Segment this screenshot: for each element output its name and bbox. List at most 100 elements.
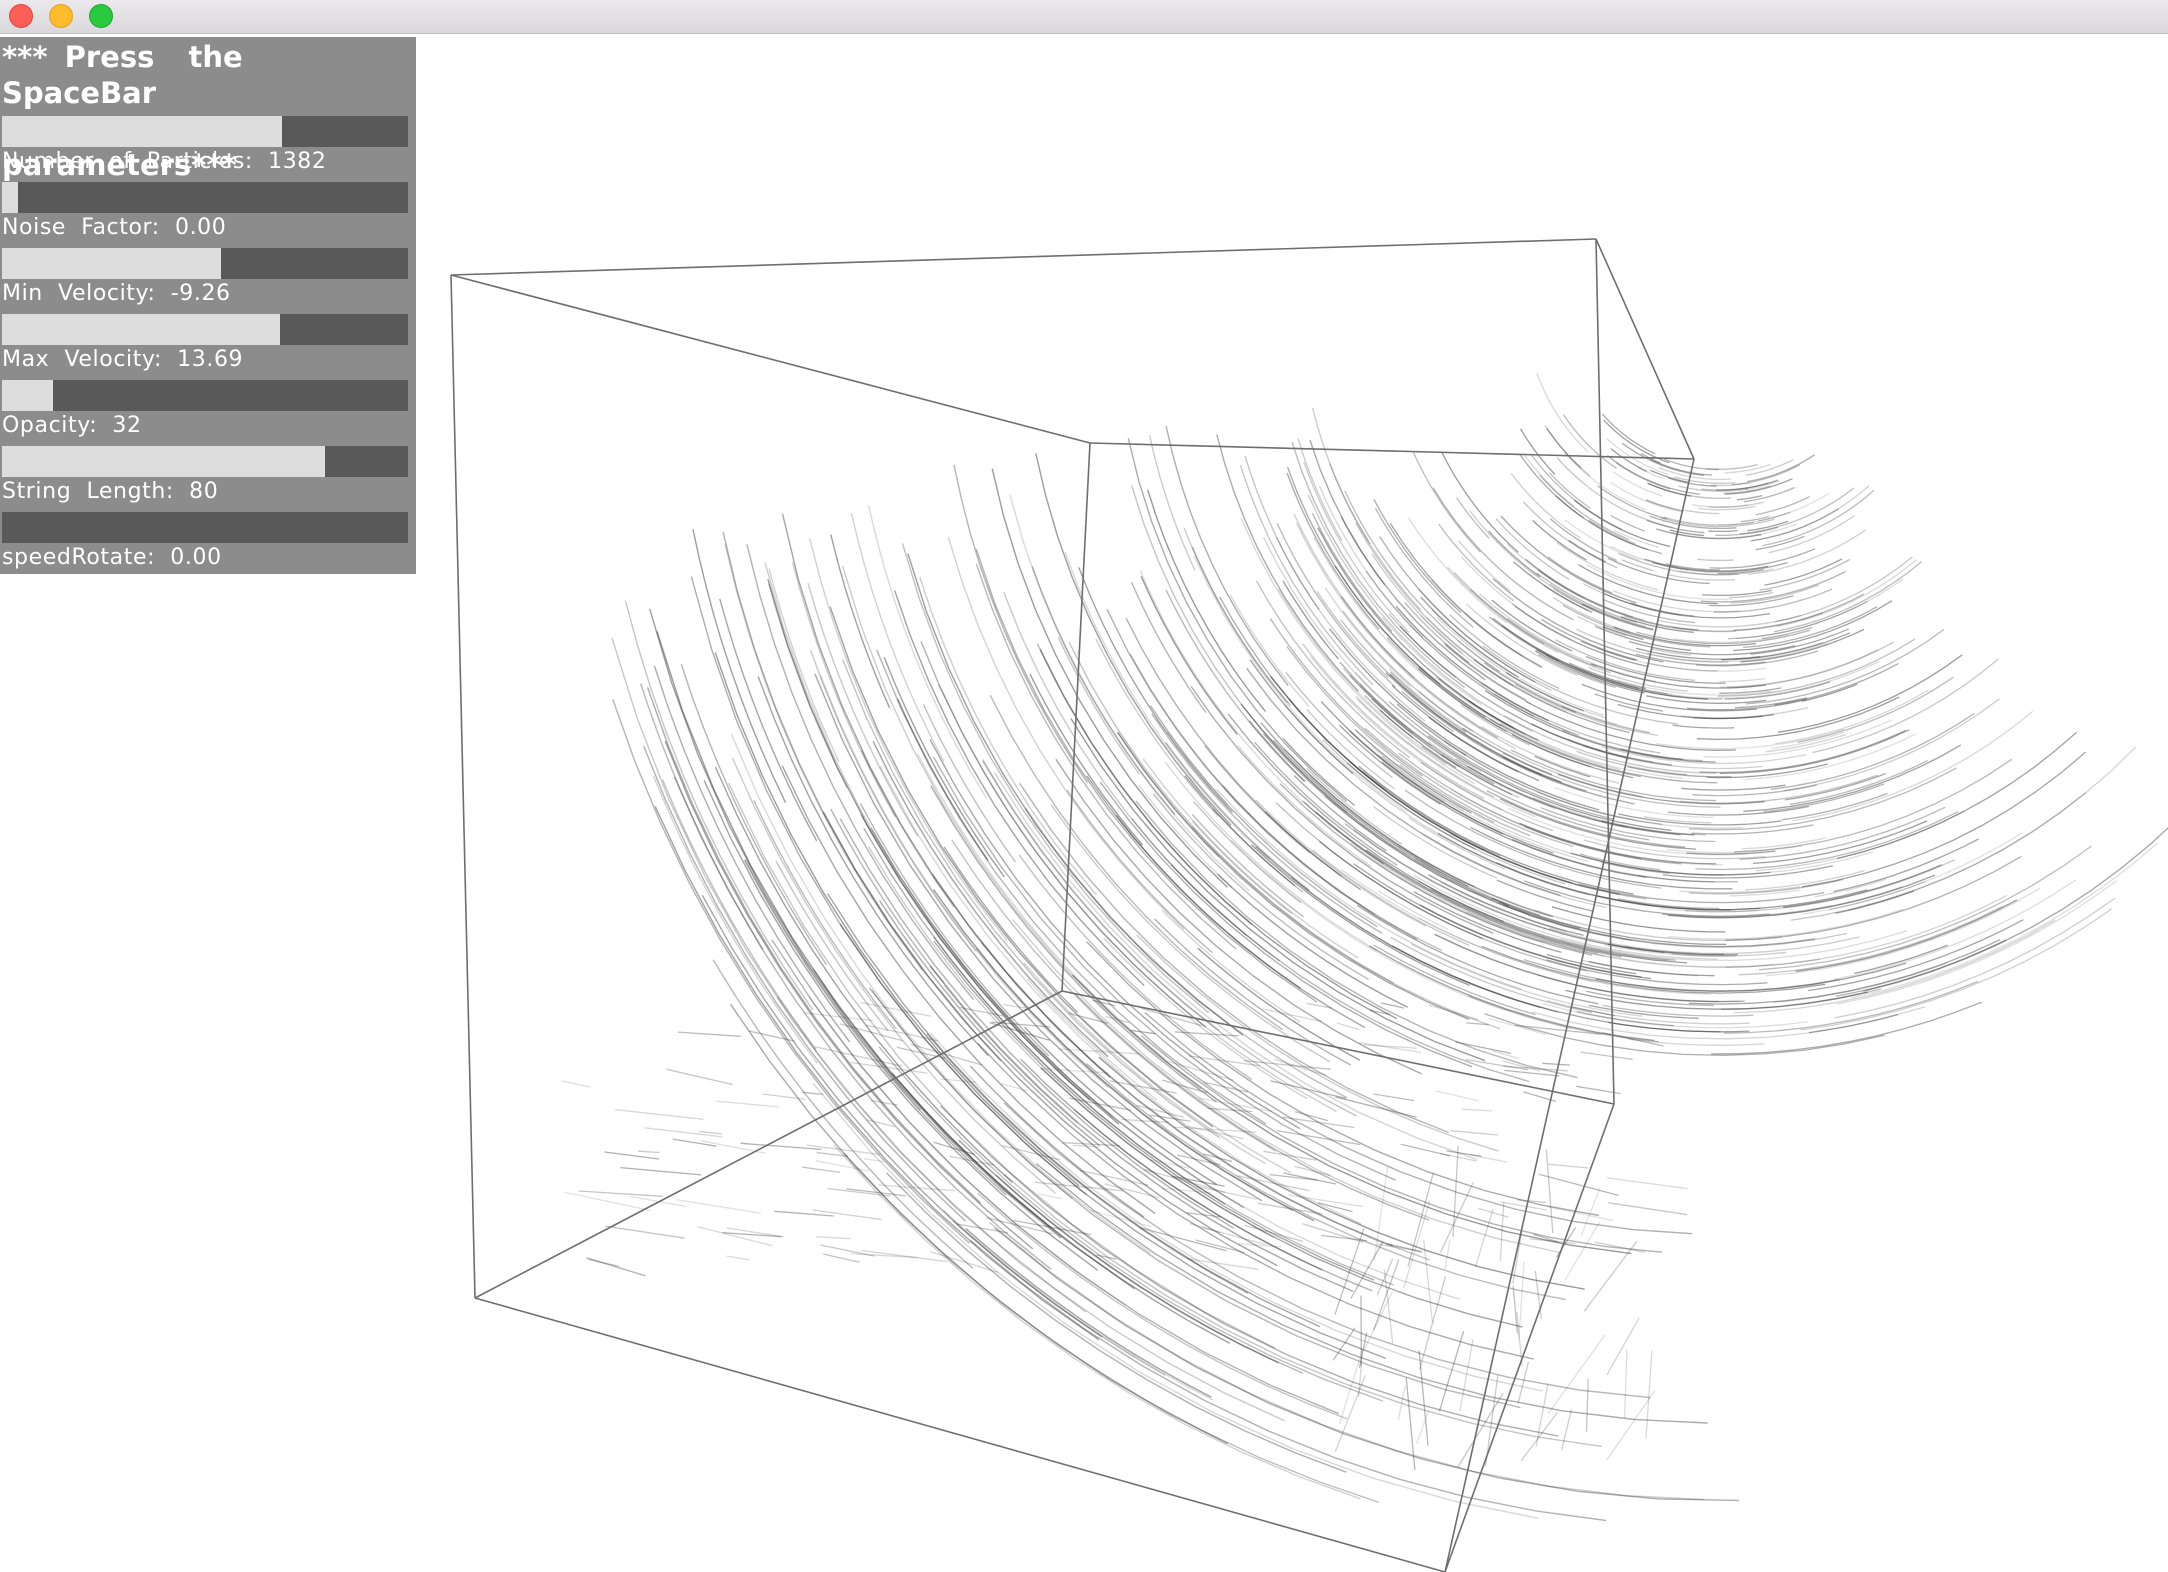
particle-trail	[673, 776, 1052, 1270]
particle-trail	[1523, 453, 1575, 507]
particle-trail	[975, 548, 1318, 1003]
particle-trail	[1618, 813, 1782, 826]
zoom-window-button[interactable]	[89, 4, 113, 28]
particle-trail	[1667, 805, 1810, 816]
particle-trail	[822, 1253, 860, 1263]
particle-trail	[1306, 768, 1403, 845]
string-length-slider-label: String Length: 80	[2, 479, 219, 504]
particle-trail	[1335, 1096, 1417, 1118]
particle-trail	[1580, 1188, 1601, 1236]
cube-edge	[450, 238, 1597, 276]
particle-trail	[762, 1093, 806, 1101]
particle-trail	[1538, 1173, 1619, 1197]
particle-trail	[726, 1255, 750, 1261]
slider-fill	[2, 116, 283, 147]
particle-trail	[1510, 473, 1582, 539]
particle-trail	[1594, 1241, 1646, 1254]
particle-trail	[1453, 572, 1611, 674]
particle-trail	[1512, 1285, 1519, 1334]
particle-trail	[1606, 1317, 1640, 1376]
particle-trail	[1706, 463, 1758, 470]
cube-edge	[450, 274, 476, 1299]
string-length-slider[interactable]	[2, 446, 408, 477]
particle-trail	[1668, 660, 1880, 699]
particle-trail	[1143, 1168, 1226, 1193]
particle-trail	[1229, 594, 1310, 708]
slider-fill	[2, 248, 222, 279]
particle-trail	[1432, 487, 1574, 621]
particle-trail	[1709, 548, 1816, 569]
particle-trail	[676, 1199, 761, 1214]
particle-trail	[620, 1166, 702, 1176]
particle-trail	[1546, 427, 1582, 469]
particle-trail	[561, 1080, 591, 1088]
particle-trail	[1834, 897, 2116, 1019]
slider-fill	[2, 380, 53, 411]
particle-trail	[1263, 1150, 1317, 1161]
particle-trail	[1536, 372, 1589, 453]
speed-rotate-slider[interactable]	[2, 512, 408, 543]
particle-trail	[1755, 496, 1810, 516]
particle-trail	[1072, 1144, 1100, 1148]
particle-trail	[1238, 1243, 1282, 1248]
particle-trail	[1623, 1349, 1628, 1419]
particle-trail	[699, 1130, 722, 1135]
particles-slider[interactable]	[2, 116, 408, 147]
particle-trail	[1719, 648, 1879, 688]
particle-trail	[680, 663, 827, 965]
min-velocity-slider[interactable]	[2, 248, 408, 279]
max-velocity-slider[interactable]	[2, 314, 408, 345]
particle-trail	[1500, 1201, 1548, 1211]
opacity-slider-label: Opacity: 32	[2, 413, 142, 438]
particle-trail	[1549, 518, 1617, 562]
particle-trail	[1697, 558, 1734, 562]
particle-trail	[1400, 1143, 1451, 1157]
particle-trail	[1564, 1221, 1601, 1281]
particle-trail	[1328, 462, 1422, 611]
cube-edge	[1061, 442, 1091, 992]
particle-trail	[1602, 1032, 1664, 1047]
particle-trail	[701, 894, 1103, 1338]
close-window-button[interactable]	[9, 4, 33, 28]
particle-trail	[1561, 1408, 1573, 1451]
particle-trail	[1745, 459, 1794, 476]
particle-trail	[715, 1100, 779, 1108]
particle-trail	[1719, 677, 1766, 683]
opacity-slider[interactable]	[2, 380, 408, 411]
max-velocity-slider-label: Max Velocity: 13.69	[2, 347, 244, 372]
particle-trail	[1165, 425, 1289, 686]
app-window: *** Press the SpaceBar to update paramet…	[0, 0, 2168, 1572]
speed-rotate-slider-label: speedRotate: 0.00	[2, 545, 222, 570]
particle-trail	[1407, 1172, 1434, 1267]
particle-trail	[1745, 628, 1945, 705]
particle-trail	[1458, 540, 1511, 592]
particle-trail	[1645, 499, 1684, 512]
particle-trails	[561, 372, 2168, 1522]
particle-trail	[1672, 724, 1735, 729]
particle-trail	[1003, 1004, 1026, 1009]
particle-trail	[1606, 1390, 1656, 1461]
particle-trail	[815, 1160, 870, 1172]
noise-factor-slider[interactable]	[2, 182, 408, 213]
particle-trail	[1428, 1004, 1479, 1021]
cube-edge	[1444, 1103, 1615, 1572]
particle-trail	[1356, 904, 1599, 1005]
particle-trail	[1291, 442, 1466, 689]
particle-trail	[1438, 523, 1515, 602]
particle-trail	[1774, 663, 1899, 706]
parameter-panel: *** Press the SpaceBar to update paramet…	[0, 37, 416, 574]
particle-trail	[1774, 556, 1913, 623]
particle-trail	[1135, 800, 1578, 1079]
particle-trail	[1610, 515, 1645, 532]
particle-trail	[1542, 1062, 1570, 1066]
particle-trail	[1450, 1130, 1499, 1136]
particle-trail	[1081, 1017, 1292, 1174]
particle-trail	[1334, 1374, 1367, 1452]
particle-trail	[1195, 1239, 1245, 1254]
particle-trail	[605, 1225, 685, 1239]
particle-trail	[578, 1190, 664, 1197]
particle-trail	[1035, 1163, 1708, 1424]
minimize-window-button[interactable]	[49, 4, 73, 28]
particle-trail	[719, 598, 818, 842]
particle-trail	[1436, 1090, 1479, 1102]
